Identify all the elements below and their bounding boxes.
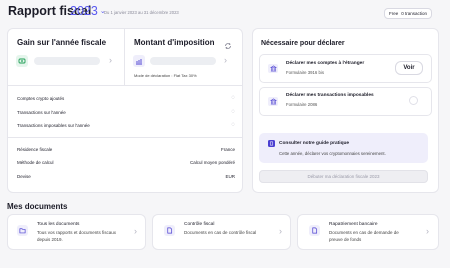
document-bank-icon (309, 225, 320, 236)
gain-icon (16, 55, 28, 67)
tx-count: 0 transaction (401, 11, 428, 16)
divider (8, 137, 242, 138)
chevron-right-icon: › (426, 226, 429, 236)
info-value: EUR (225, 174, 235, 179)
requirement-item[interactable] (259, 87, 432, 116)
stat-label: Transactions imposables sur l'année (17, 122, 90, 128)
document-title: Contrôle fiscal (184, 222, 215, 227)
stat-row[interactable]: Comptes crypto ajoutés ◌ (17, 95, 235, 101)
stat-label: Comptes crypto ajoutés (17, 95, 65, 101)
summary-divider-h (8, 85, 242, 86)
tax-icon (133, 55, 145, 67)
tax-value-placeholder (150, 57, 216, 65)
start-declaration-button[interactable]: Débuter ma déclaration fiscale 2023 (259, 170, 428, 183)
info-value: France (220, 147, 235, 152)
info-label: Résidence fiscale (17, 147, 53, 152)
loading-icon (409, 96, 418, 105)
info-label: Devise (17, 174, 31, 179)
summary-divider-v (124, 28, 125, 85)
plan-badge[interactable]: Free 0 transaction (384, 8, 433, 19)
tax-mode: Mode de déclaration : Flat Tax 30% (134, 73, 197, 78)
info-value: Calcul moyen pondéré (189, 160, 235, 165)
chevron-right-icon: › (279, 226, 282, 236)
year-selector[interactable]: 2023 ⌄ (70, 4, 106, 18)
requirement-title: Déclarer mes transactions imposables (286, 93, 374, 98)
documents-title: Mes documents (7, 202, 68, 211)
document-title: Rapatriement bancaire (329, 222, 378, 227)
requirement-sub: Formulaire 2086 (286, 102, 318, 107)
document-sub: Documents en cas de contrôle fiscal (184, 230, 257, 235)
view-button[interactable]: Voir (395, 61, 423, 75)
document-shield-icon (164, 225, 175, 236)
bank-icon (268, 64, 278, 73)
stat-label: Transactions sur l'année (17, 109, 66, 115)
folder-icon (17, 225, 28, 236)
info-row: Devise EUR (17, 174, 235, 179)
document-title: Tous les documents (37, 222, 80, 227)
guide-book-icon (268, 140, 275, 147)
document-sub: Tous vos rapports et documents fiscaux d… (37, 230, 117, 242)
gain-chevron-icon[interactable]: › (109, 55, 112, 65)
gain-value-placeholder (34, 57, 100, 65)
guide-text: Cette année, déclarer vos cryptomonnaies… (279, 151, 386, 156)
info-label: Méthode de calcul (17, 160, 54, 165)
stat-row[interactable]: Transactions sur l'année ◌ (17, 109, 235, 115)
transactions-icon (268, 97, 278, 106)
requirement-sub: Formulaire 3916 bis (286, 70, 324, 75)
requirement-title: Déclarer mes comptes à l'étranger (286, 61, 365, 66)
loading-icon: ◌ (231, 122, 235, 128)
year-value: 2023 (70, 4, 98, 18)
guide-title: Consulter notre guide pratique (279, 141, 350, 146)
loading-icon: ◌ (231, 109, 235, 115)
info-row: Méthode de calcul Calcul moyen pondéré (17, 160, 235, 165)
refresh-icon[interactable] (224, 37, 232, 55)
stat-row[interactable]: Transactions imposables sur l'année ◌ (17, 122, 235, 128)
gain-title: Gain sur l'année fiscale (17, 38, 107, 47)
info-row: Résidence fiscale France (17, 147, 235, 152)
chevron-right-icon: › (134, 226, 137, 236)
requirements-title: Nécessaire pour déclarer (261, 40, 345, 47)
loading-icon: ◌ (231, 95, 235, 101)
document-sub: Documents en cas de demande de preuve de… (329, 230, 399, 242)
plan-name: Free (389, 11, 399, 16)
period-text: Du 1 janvier 2023 au 31 décembre 2023 (104, 10, 179, 15)
tax-title: Montant d'imposition (134, 38, 215, 47)
guide-banner[interactable] (259, 133, 428, 163)
tax-chevron-icon[interactable]: › (224, 55, 227, 65)
